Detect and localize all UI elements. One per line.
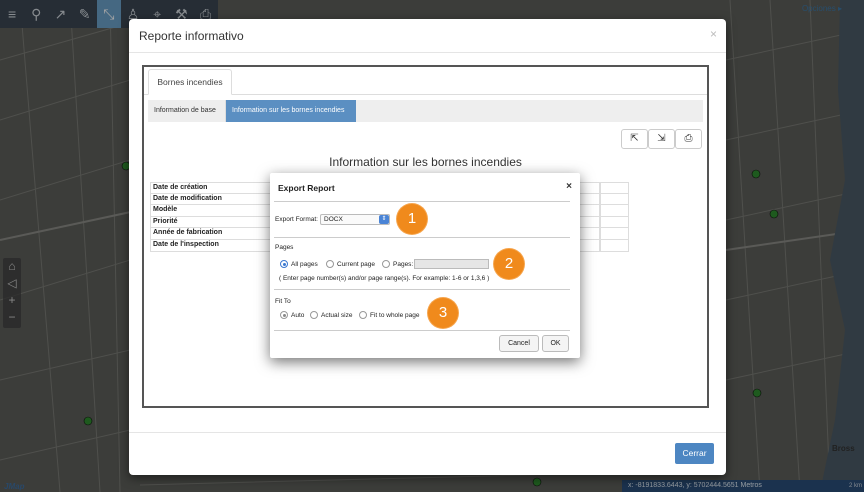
radio-pages[interactable] <box>382 260 390 268</box>
pages-input[interactable] <box>414 259 489 269</box>
radio-current-page[interactable] <box>326 260 334 268</box>
step-badge-2: 2 <box>494 249 524 279</box>
step-badge-1: 1 <box>397 204 427 234</box>
divider <box>129 52 726 53</box>
field-value <box>599 239 629 252</box>
field-value <box>599 228 629 240</box>
all-pages-label: All pages <box>291 261 318 268</box>
sub-tab-information-bornes[interactable]: Information sur les bornes incendies <box>226 100 356 122</box>
export-doc-icon: ⇲ <box>657 133 666 144</box>
sub-tab-bar: Information de base Information sur les … <box>148 100 703 122</box>
divider <box>129 432 726 433</box>
export-format-value: DOCX <box>324 216 343 223</box>
fit-to-label: Fit To <box>275 298 291 305</box>
chevron-down-icon: ⇕ <box>379 215 389 224</box>
export-icon: ⇱ <box>630 133 639 144</box>
info-values <box>599 182 629 252</box>
pages-label: Pages <box>275 244 294 251</box>
print-icon: ⎙ <box>684 133 693 144</box>
divider <box>274 237 570 238</box>
section-title: Information sur les bornes incendies <box>329 155 522 169</box>
divider <box>274 289 570 290</box>
dialog-title: Export Report <box>278 183 335 193</box>
field-value <box>599 182 629 194</box>
export-doc-button[interactable]: ⇲ <box>648 129 675 149</box>
ok-button[interactable]: OK <box>542 335 569 352</box>
close-icon[interactable]: × <box>710 27 717 41</box>
step-badge-3: 3 <box>428 298 458 328</box>
field-value <box>599 193 629 206</box>
print-button[interactable]: ⎙ <box>675 129 702 149</box>
fit-whole-page-label: Fit to whole page <box>370 312 420 319</box>
close-button[interactable]: Cerrar <box>675 443 714 464</box>
export-format-select[interactable]: DOCX ⇕ <box>320 214 390 225</box>
sub-tab-information-de-base[interactable]: Information de base <box>148 100 226 122</box>
radio-fit-whole-page[interactable] <box>359 311 367 319</box>
current-page-label: Current page <box>337 261 375 268</box>
field-value <box>599 216 629 229</box>
field-value <box>599 205 629 217</box>
radio-actual-size[interactable] <box>310 311 318 319</box>
modal-title: Reporte informativo <box>139 29 244 43</box>
tab-bornes-incendies[interactable]: Bornes incendies <box>148 69 232 95</box>
auto-label: Auto <box>291 312 305 319</box>
export-format-label: Export Format: <box>275 216 318 223</box>
actual-size-label: Actual size <box>321 312 353 319</box>
radio-all-pages[interactable] <box>280 260 288 268</box>
divider <box>274 330 570 331</box>
cancel-button[interactable]: Cancel <box>499 335 539 352</box>
radio-auto[interactable] <box>280 311 288 319</box>
export-report-dialog: Export Report × Export Format: DOCX ⇕ Pa… <box>270 173 580 358</box>
pages-option-label: Pages: <box>393 261 414 268</box>
export-pdf-button[interactable]: ⇱ <box>621 129 648 149</box>
pages-hint: ( Enter page number(s) and/or page range… <box>279 275 490 282</box>
close-icon[interactable]: × <box>566 181 572 192</box>
divider <box>274 201 570 202</box>
